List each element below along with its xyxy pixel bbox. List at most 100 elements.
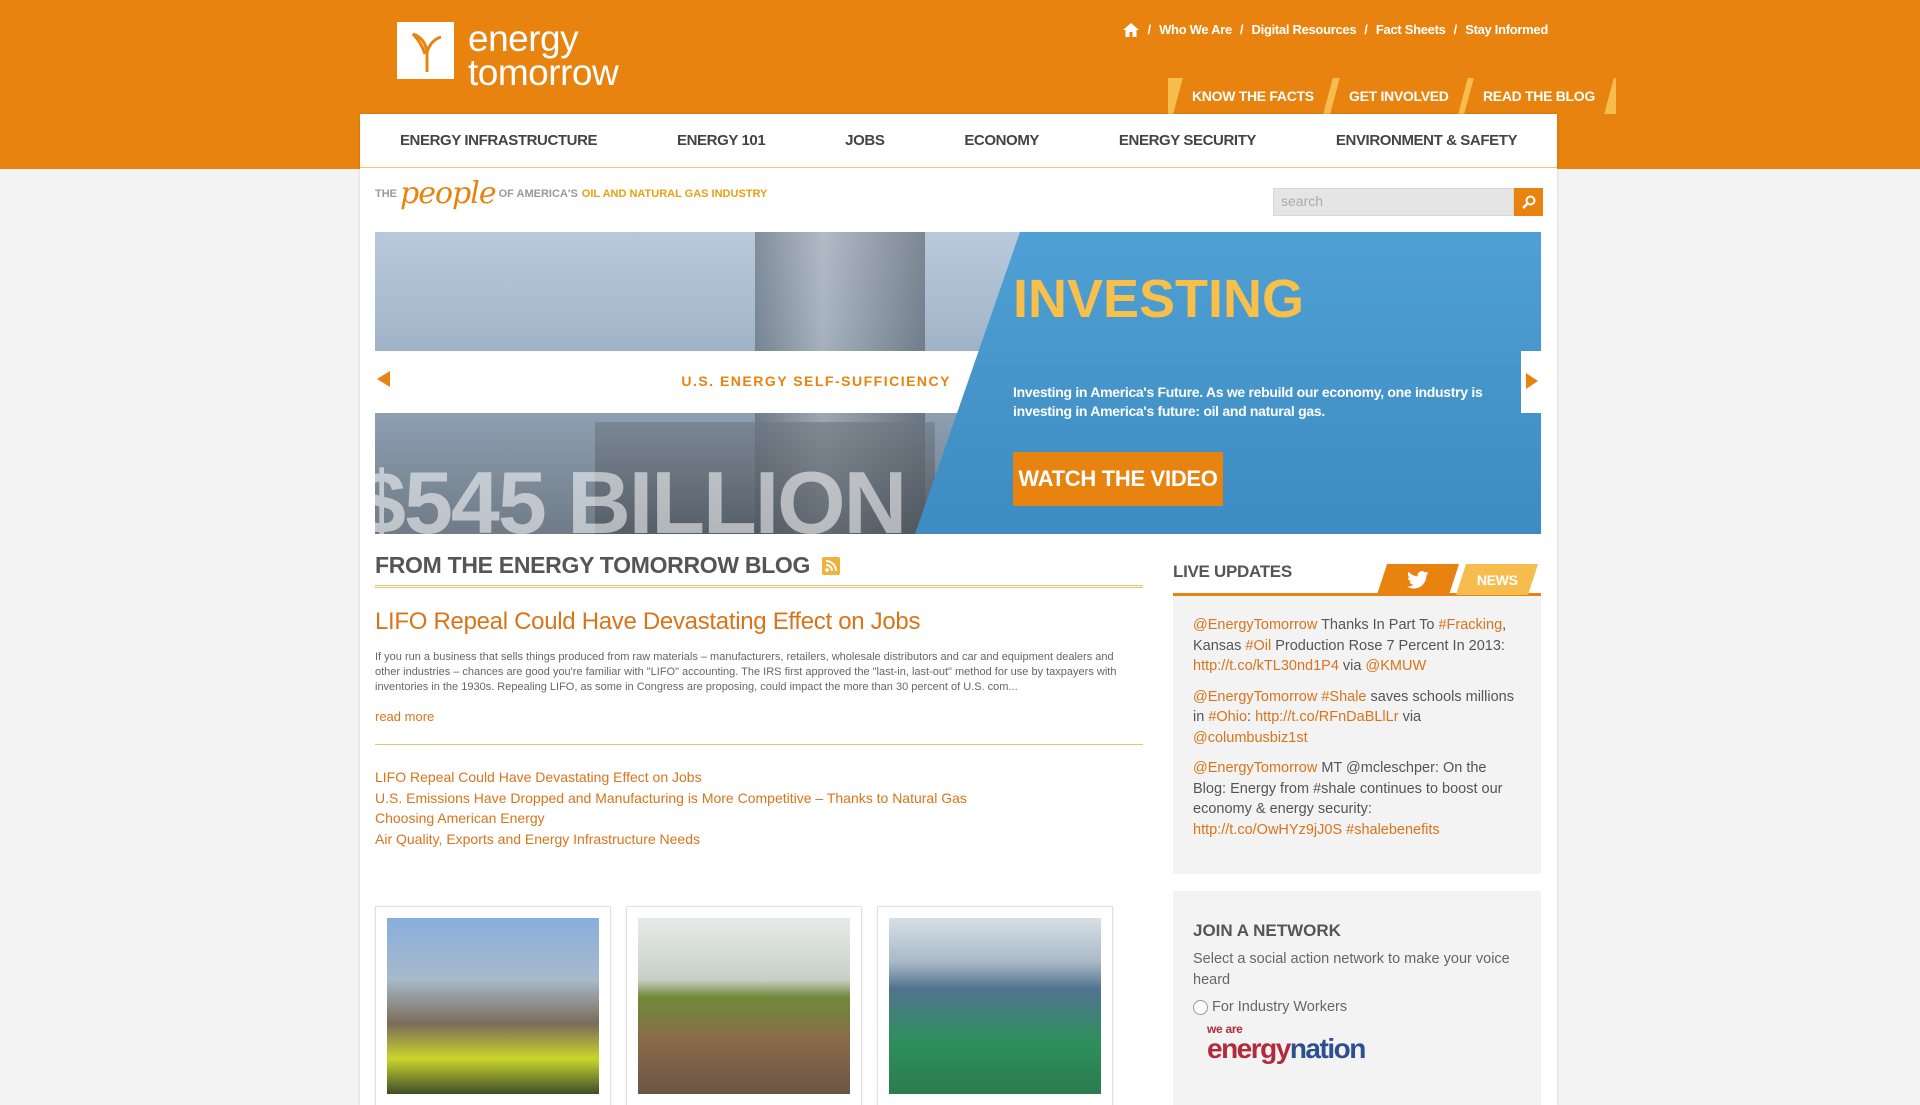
network-option[interactable]: For Industry Workers bbox=[1193, 999, 1521, 1015]
hero-description: Investing in America's Future. As we reb… bbox=[1013, 384, 1483, 419]
separator: / bbox=[1364, 22, 1368, 37]
tagline: THE people OF AMERICA'S OIL AND NATURAL … bbox=[375, 176, 767, 211]
divider bbox=[375, 744, 1143, 745]
tweet-link[interactable]: @EnergyTomorrow bbox=[1193, 689, 1317, 705]
nav-economy[interactable]: ECONOMY bbox=[924, 114, 1079, 167]
twitter-tab[interactable] bbox=[1376, 564, 1460, 595]
network-heading: JOIN A NETWORK bbox=[1193, 921, 1341, 940]
primary-nav: ENERGY INFRASTRUCTURE ENERGY 101 JOBS EC… bbox=[360, 114, 1557, 168]
read-more-link[interactable]: read more bbox=[375, 709, 434, 724]
tab-get-involved[interactable]: GET INVOLVED bbox=[1329, 78, 1468, 114]
network-description: Select a social action network to make y… bbox=[1193, 951, 1510, 988]
tweet-link[interactable]: http://t.co/kTL30nd1P4 bbox=[1193, 658, 1339, 674]
search-button[interactable] bbox=[1514, 188, 1543, 216]
utility-nav: / Who We Are / Digital Resources / Fact … bbox=[1123, 22, 1548, 37]
nav-energy-infrastructure[interactable]: ENERGY INFRASTRUCTURE bbox=[360, 114, 637, 167]
separator: / bbox=[1239, 22, 1244, 37]
separator: / bbox=[1147, 22, 1152, 37]
main-content: ENERGY INFRASTRUCTURE ENERGY 101 JOBS EC… bbox=[360, 114, 1557, 1105]
separator: / bbox=[1453, 22, 1458, 37]
blog-header: FROM THE ENERGY TOMORROW BLOG bbox=[375, 552, 1143, 588]
tweet-link[interactable]: http://t.co/OwHYz9jJ0S bbox=[1193, 822, 1342, 838]
news-tab[interactable]: NEWS bbox=[1455, 564, 1539, 595]
tab-label: READ THE BLOG bbox=[1483, 88, 1596, 104]
rss-icon[interactable] bbox=[822, 556, 841, 575]
tweet-text: Thanks In Part To bbox=[1317, 617, 1439, 633]
tweet-link[interactable]: @EnergyTomorrow bbox=[1193, 617, 1317, 633]
tweet-link[interactable]: #shalebenefits bbox=[1346, 822, 1440, 838]
blog-list-item[interactable]: Choosing American Energy bbox=[375, 808, 1143, 829]
tagline-of: OF AMERICA'S bbox=[498, 187, 578, 200]
hero-strip-label[interactable]: U.S. ENERGY SELF-SUFFICIENCY bbox=[681, 373, 951, 389]
tweet-link[interactable]: @KMUW bbox=[1366, 658, 1427, 674]
logo-word-energy: energy bbox=[1207, 1033, 1291, 1064]
link-who-we-are[interactable]: Who We Are bbox=[1159, 22, 1232, 37]
hero-carousel: $545 BILLION U.S. ENERGY SELF-SUFFICIENC… bbox=[375, 232, 1541, 534]
network-option-label: For Industry Workers bbox=[1212, 999, 1348, 1015]
search-icon bbox=[1521, 195, 1535, 209]
sprout-icon bbox=[397, 22, 454, 79]
tweet-link[interactable]: #Ohio bbox=[1208, 709, 1247, 725]
prev-arrow-icon[interactable] bbox=[377, 371, 390, 387]
next-arrow-icon bbox=[1526, 373, 1538, 389]
news-tab-label: NEWS bbox=[1476, 571, 1518, 588]
tab-label: KNOW THE FACTS bbox=[1192, 88, 1314, 104]
nav-energy-101[interactable]: ENERGY 101 bbox=[637, 114, 805, 167]
photo-tile-pipe[interactable] bbox=[626, 906, 862, 1105]
tagline-industry: OIL AND NATURAL GAS INDUSTRY bbox=[581, 187, 768, 200]
home-icon[interactable] bbox=[1123, 22, 1140, 37]
radio-button[interactable] bbox=[1193, 999, 1208, 1015]
blog-list-item[interactable]: U.S. Emissions Have Dropped and Manufact… bbox=[375, 788, 1143, 809]
tab-know-the-facts[interactable]: KNOW THE FACTS bbox=[1173, 78, 1333, 114]
photo-tiles bbox=[375, 906, 1128, 1105]
watch-video-button[interactable]: WATCH THE VIDEO bbox=[1013, 452, 1223, 506]
tweet-list: @EnergyTomorrow Thanks In Part To #Frack… bbox=[1173, 596, 1541, 874]
nav-energy-security[interactable]: ENERGY SECURITY bbox=[1079, 114, 1296, 167]
nav-jobs[interactable]: JOBS bbox=[805, 114, 924, 167]
hero-big-figure: $545 BILLION bbox=[375, 453, 907, 534]
nav-environment-safety[interactable]: ENVIRONMENT & SAFETY bbox=[1296, 114, 1557, 167]
tweet-item: @EnergyTomorrow MT @mcleschper: On the B… bbox=[1193, 758, 1522, 840]
join-network-panel: JOIN A NETWORK Select a social action ne… bbox=[1173, 891, 1541, 1105]
live-updates-heading: LIVE UPDATES bbox=[1173, 561, 1292, 581]
logo-word-nation: nation bbox=[1289, 1033, 1367, 1064]
tweet-link[interactable]: #Oil bbox=[1245, 638, 1271, 654]
blog-section: FROM THE ENERGY TOMORROW BLOG LIFO Repea… bbox=[375, 552, 1143, 849]
tweet-link[interactable]: http://t.co/RFnDaBLlLr bbox=[1255, 709, 1398, 725]
action-tabs: KNOW THE FACTS GET INVOLVED READ THE BLO… bbox=[1168, 78, 1617, 114]
tweet-link[interactable]: @columbusbiz1st bbox=[1193, 730, 1308, 746]
blog-post-title[interactable]: LIFO Repeal Could Have Devastating Effec… bbox=[375, 608, 1143, 636]
tweet-link[interactable]: #Shale bbox=[1321, 689, 1366, 705]
live-updates-header: LIVE UPDATES NEWS bbox=[1173, 550, 1541, 596]
tab-label: GET INVOLVED bbox=[1348, 88, 1449, 104]
search-input[interactable]: search bbox=[1273, 188, 1514, 216]
energy-nation-logo[interactable]: we are energynation bbox=[1207, 1023, 1521, 1063]
tweet-link[interactable]: #Fracking bbox=[1438, 617, 1502, 633]
tagline-people: people bbox=[400, 176, 497, 211]
tweet-item: @EnergyTomorrow #Shale saves schools mil… bbox=[1193, 687, 1522, 749]
blog-post-list: LIFO Repeal Could Have Devastating Effec… bbox=[375, 767, 1143, 849]
logo-line-2: tomorrow bbox=[468, 52, 619, 93]
tweet-item: @EnergyTomorrow Thanks In Part To #Frack… bbox=[1193, 615, 1522, 677]
hero-strip: U.S. ENERGY SELF-SUFFICIENCY bbox=[375, 351, 985, 413]
photo-tile-workers[interactable] bbox=[375, 906, 611, 1105]
blog-list-item[interactable]: LIFO Repeal Could Have Devastating Effec… bbox=[375, 767, 1143, 788]
tab-read-the-blog[interactable]: READ THE BLOG bbox=[1464, 78, 1615, 114]
blog-heading: FROM THE ENERGY TOMORROW BLOG bbox=[375, 552, 811, 578]
tagline-the: THE bbox=[375, 187, 397, 200]
link-digital-resources[interactable]: Digital Resources bbox=[1252, 22, 1357, 37]
live-updates-panel: LIVE UPDATES NEWS @EnergyTomorrow Thanks… bbox=[1173, 550, 1541, 874]
link-fact-sheets[interactable]: Fact Sheets bbox=[1376, 22, 1446, 37]
tweet-text: : bbox=[1247, 709, 1256, 725]
next-slide-button[interactable] bbox=[1521, 351, 1541, 413]
twitter-icon bbox=[1407, 570, 1429, 588]
energy-tomorrow-logo[interactable]: energy tomorrow bbox=[397, 20, 619, 93]
blog-list-item[interactable]: Air Quality, Exports and Energy Infrastr… bbox=[375, 829, 1143, 850]
link-stay-informed[interactable]: Stay Informed bbox=[1465, 22, 1548, 37]
tweet-text: via bbox=[1338, 658, 1366, 674]
photo-tile-tanker[interactable] bbox=[877, 906, 1113, 1105]
tweet-text: Production Rose 7 Percent In 2013: bbox=[1271, 637, 1505, 654]
blog-post-excerpt: If you run a business that sells things … bbox=[375, 651, 1117, 693]
tweet-link[interactable]: @EnergyTomorrow bbox=[1193, 760, 1317, 776]
tweet-text: via bbox=[1398, 709, 1422, 725]
